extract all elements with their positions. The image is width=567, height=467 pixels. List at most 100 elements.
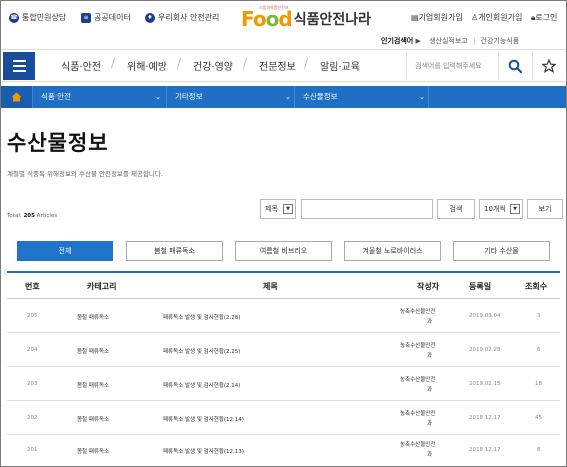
page-size-select[interactable]: 10개씩 ▼	[479, 199, 523, 219]
row-title-link[interactable]: 패류독소 발생 및 검사현황(2.28)	[163, 313, 240, 321]
page-frame: ☎ 통합민원상담 ≡ 공공데이터 ♦ 우리회사 안전관리 식품의약품안전처 Fo…	[0, 0, 567, 467]
logo-site-name: 식품안전나라	[293, 12, 371, 28]
company-safety-label: 우리회사 안전관리	[158, 13, 220, 22]
chevron-down-icon: ⌄	[285, 93, 291, 101]
page-title: 수산물정보	[7, 131, 109, 155]
row-number: 203	[27, 381, 38, 387]
column-header-title: 제목	[263, 282, 278, 291]
column-header-views: 조회수	[525, 282, 548, 291]
column-header-author: 작성자	[417, 282, 440, 291]
table-row[interactable]: 205 봄철 패류독소 패류독소 발생 및 검사현황(2.28) 농축수산물안전…	[7, 299, 560, 333]
home-icon	[11, 92, 22, 102]
civil-consult-label: 통합민원상담	[22, 13, 67, 22]
row-date: 2019.03.04	[469, 313, 501, 319]
row-title-link[interactable]: 패류독소 발생 및 검사현황(2.14)	[163, 381, 240, 389]
category-all[interactable]: 전체	[17, 241, 113, 261]
row-author-cont: 과	[427, 452, 433, 458]
location-bar: 식품·안전 ⌄ 기타정보 ⌄ 수산물정보 ⌄	[1, 86, 566, 108]
search-button[interactable]	[498, 52, 530, 80]
headset-icon: ☎	[9, 12, 19, 23]
location-spacer	[428, 86, 566, 108]
row-category: 봄철 패류독소	[77, 417, 110, 423]
total-count-value: 205	[23, 213, 35, 219]
row-views: 6	[537, 347, 541, 353]
company-safety-link[interactable]: ♦ 우리회사 안전관리	[145, 12, 219, 23]
gnb-hazard-prevention[interactable]: 위해·예방	[127, 58, 167, 73]
location-level1[interactable]: 식품·안전	[32, 86, 166, 108]
category-summer-vibrio[interactable]: 여름철 비브리오	[235, 241, 332, 261]
search-field-select[interactable]: 제목 ▼	[260, 199, 296, 219]
row-number: 201	[27, 447, 38, 453]
column-header-category: 카테고리	[87, 282, 117, 291]
row-category: 봄철 패류독소	[77, 449, 110, 455]
table-row[interactable]: 202 봄철 패류독소 패류독소 발생 및 검사현황(12.14) 농축수산물안…	[7, 401, 560, 435]
search-input[interactable]: 검색어를 입력해주세요	[406, 52, 496, 80]
utility-bar: ☎ 통합민원상담 ≡ 공공데이터 ♦ 우리회사 안전관리 식품의약품안전처 Fo…	[1, 1, 566, 35]
row-title-link[interactable]: 패류독소 발생 및 검사현황(2.25)	[163, 347, 240, 355]
public-data-link[interactable]: ≡ 공공데이터	[81, 12, 131, 23]
menu-button[interactable]	[3, 52, 35, 80]
gnb-notice-education[interactable]: 알림·교육	[320, 58, 360, 73]
row-title-link[interactable]: 패류독소 발생 및 검사현황(12.14)	[163, 415, 244, 423]
list-search-button[interactable]: 검색	[437, 199, 475, 219]
row-title-link[interactable]: 패류독소 발생 및 검사현황(12.13)	[163, 447, 244, 455]
column-header-number: 번호	[25, 282, 40, 291]
chevron-down-icon: ⌄	[155, 93, 161, 101]
public-data-label: 공공데이터	[94, 13, 131, 22]
play-icon: ▶	[415, 37, 421, 45]
home-button[interactable]	[1, 86, 32, 108]
row-author: 농축수산물안전	[400, 343, 436, 349]
row-number: 202	[27, 415, 38, 421]
login-link[interactable]: 🔒︎로그인	[531, 12, 557, 23]
row-date: 2019.02.15	[469, 381, 501, 387]
row-date: 2018.12.17	[469, 415, 501, 421]
logo-food-text: Food	[241, 7, 293, 31]
page-description: 계절별 식중독 위해정보와 수산물 안전정보를 제공합니다.	[7, 170, 163, 178]
gnb-expert-info[interactable]: 전문정보	[259, 58, 296, 73]
row-category: 봄철 패류독소	[77, 315, 110, 321]
row-views: 45	[535, 415, 542, 421]
table-header: 번호 카테고리 제목 작성자 등록일 조회수	[7, 271, 560, 299]
building-icon: ▤	[411, 13, 419, 22]
row-author-cont: 과	[427, 353, 433, 359]
row-category: 봄철 패류독소	[77, 349, 110, 355]
row-author-cont: 과	[427, 319, 433, 325]
popular-keyword-1[interactable]: 생산실적보고	[429, 37, 468, 45]
row-category: 봄철 패류독소	[77, 383, 110, 389]
row-author: 농축수산물안전	[400, 309, 436, 315]
category-spring-shellfish[interactable]: 봄철 패류독소	[126, 241, 223, 261]
hamburger-icon	[12, 60, 26, 62]
row-views: 18	[535, 381, 542, 387]
site-logo[interactable]: Food 식품안전나라	[241, 8, 371, 30]
civil-consult-link[interactable]: ☎ 통합민원상담	[9, 12, 66, 23]
corporate-signup-link[interactable]: ▤기업회원가입	[411, 12, 463, 23]
chevron-down-icon: ▼	[283, 204, 293, 214]
row-number: 205	[27, 313, 38, 319]
total-count: Total: 205 Articles	[7, 213, 58, 219]
row-author: 농축수산물안전	[400, 442, 436, 448]
popular-label: 인기검색어	[381, 37, 414, 45]
location-level2[interactable]: 기타정보	[166, 86, 294, 108]
location-level3[interactable]: 수산물정보	[294, 86, 428, 108]
star-icon	[541, 59, 556, 73]
table-row[interactable]: 203 봄철 패류독소 패류독소 발생 및 검사현황(2.14) 농축수산물안전…	[7, 367, 560, 401]
personal-signup-link[interactable]: ♙개인회원가입	[471, 12, 522, 23]
row-author-cont: 과	[427, 387, 433, 393]
row-author: 농축수산물안전	[400, 377, 436, 383]
table-row[interactable]: 204 봄철 패류독소 패류독소 발생 및 검사현황(2.25) 농축수산물안전…	[7, 333, 560, 367]
chevron-down-icon: ⌄	[419, 93, 425, 101]
category-other-seafood[interactable]: 기타 수산물	[453, 241, 550, 261]
favorite-button[interactable]	[532, 52, 564, 80]
category-winter-norovirus[interactable]: 겨울철 노로바이러스	[344, 241, 441, 261]
search-icon	[508, 59, 522, 73]
row-author: 농축수산물안전	[400, 411, 436, 417]
gnb-health-nutrition[interactable]: 건강·영양	[193, 58, 233, 73]
view-button[interactable]: 보기	[527, 199, 563, 219]
popular-keyword-2[interactable]: 건강기능식품	[481, 37, 520, 45]
keyword-input[interactable]	[301, 199, 433, 219]
row-date: 2019.02.28	[469, 347, 501, 353]
row-author-cont: 과	[427, 421, 433, 427]
table-row[interactable]: 201 봄철 패류독소 패류독소 발생 및 검사현황(12.13) 농축수산물안…	[7, 435, 560, 466]
popular-keywords: 인기검색어 ▶ 생산실적보고 | 건강기능식품	[381, 37, 520, 45]
gnb-food-safety[interactable]: 식품·안전	[61, 58, 101, 73]
